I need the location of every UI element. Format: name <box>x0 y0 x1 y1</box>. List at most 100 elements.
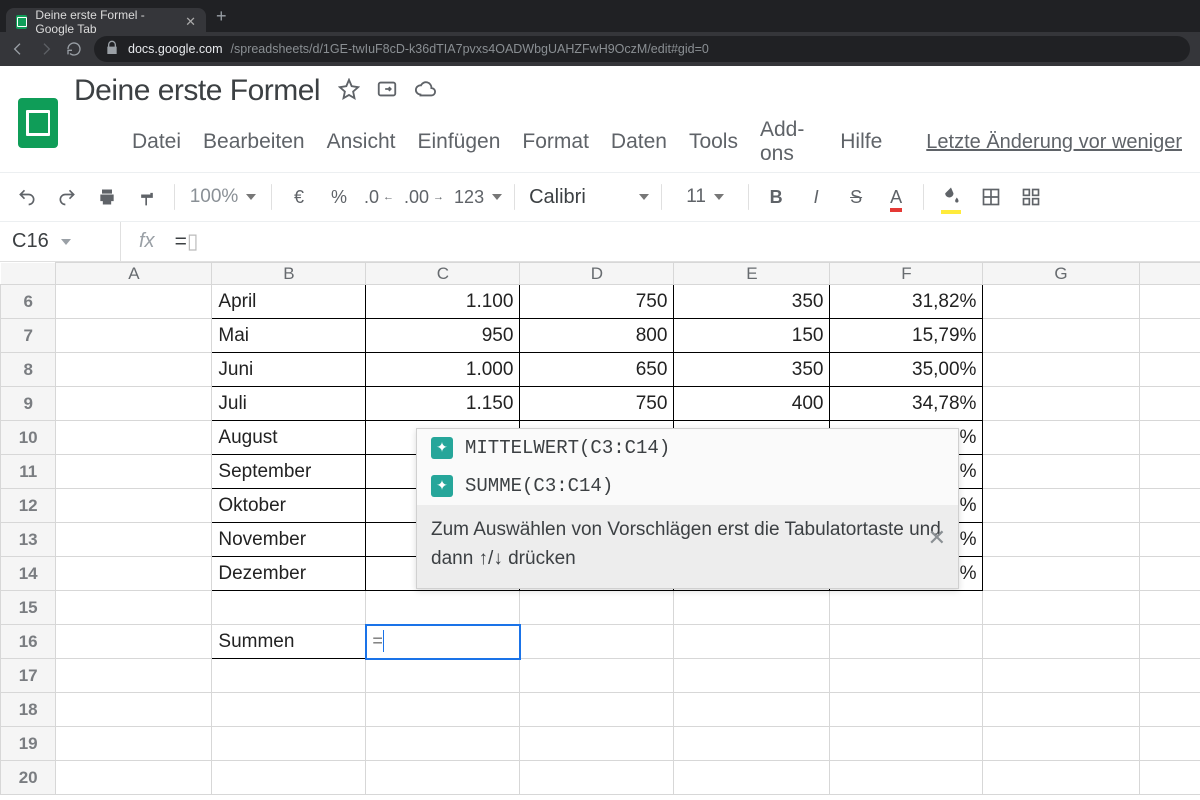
row-header[interactable]: 12 <box>1 489 56 523</box>
row-header[interactable]: 6 <box>1 285 56 319</box>
cell[interactable]: 350 <box>674 285 830 319</box>
row-header[interactable]: 20 <box>1 761 56 795</box>
cell[interactable] <box>1139 387 1200 421</box>
font-size-dropdown[interactable]: 11 <box>670 180 740 214</box>
row-header[interactable]: 11 <box>1 455 56 489</box>
row-header[interactable]: 13 <box>1 523 56 557</box>
cell[interactable]: Juli <box>212 387 366 421</box>
cell[interactable] <box>983 489 1139 523</box>
percent-button[interactable]: % <box>320 180 358 214</box>
cell[interactable] <box>983 319 1139 353</box>
menu-daten[interactable]: Daten <box>611 130 667 154</box>
more-formats-dropdown[interactable]: 123 <box>450 180 506 214</box>
cell[interactable] <box>56 319 212 353</box>
cell[interactable] <box>1139 421 1200 455</box>
cell[interactable]: Juni <box>212 353 366 387</box>
col-header[interactable]: C <box>366 263 520 285</box>
col-header[interactable]: G <box>983 263 1139 285</box>
cell[interactable] <box>674 761 830 795</box>
cell[interactable] <box>520 591 674 625</box>
decrease-decimal-button[interactable]: .0← <box>360 180 398 214</box>
last-edit-link[interactable]: Letzte Änderung vor weniger <box>926 131 1182 154</box>
url-field[interactable]: docs.google.com/spreadsheets/d/1GE-twIuF… <box>94 36 1190 62</box>
row-header[interactable]: 15 <box>1 591 56 625</box>
cell[interactable] <box>1139 727 1200 761</box>
cell[interactable]: Mai <box>212 319 366 353</box>
row-header[interactable]: 18 <box>1 693 56 727</box>
cell[interactable] <box>1139 489 1200 523</box>
cell[interactable] <box>56 761 212 795</box>
cell[interactable] <box>1139 761 1200 795</box>
menu-einfuegen[interactable]: Einfügen <box>417 130 500 154</box>
cell[interactable] <box>983 761 1139 795</box>
sheets-logo[interactable] <box>18 98 58 148</box>
cell[interactable] <box>56 387 212 421</box>
cell[interactable] <box>983 523 1139 557</box>
cell[interactable] <box>983 591 1139 625</box>
cell[interactable] <box>56 353 212 387</box>
cell[interactable] <box>212 727 366 761</box>
cell[interactable]: 350 <box>674 353 830 387</box>
redo-button[interactable] <box>48 180 86 214</box>
font-dropdown[interactable]: Calibri <box>523 180 653 214</box>
cell[interactable] <box>56 455 212 489</box>
cell[interactable]: 950 <box>366 319 520 353</box>
spreadsheet-grid[interactable]: A B C D E F G 6April1.10075035031,82%7Ma… <box>0 262 1200 795</box>
cell[interactable] <box>674 625 830 659</box>
cell[interactable]: 750 <box>520 387 674 421</box>
cell[interactable] <box>56 693 212 727</box>
cell[interactable] <box>56 591 212 625</box>
select-all-corner[interactable] <box>1 263 56 285</box>
row-header[interactable]: 19 <box>1 727 56 761</box>
cell[interactable] <box>1139 693 1200 727</box>
reload-icon[interactable] <box>66 41 82 57</box>
cell[interactable] <box>1139 625 1200 659</box>
cell[interactable]: Oktober <box>212 489 366 523</box>
forward-icon[interactable] <box>38 41 54 57</box>
menu-format[interactable]: Format <box>522 130 589 154</box>
cell[interactable]: 650 <box>520 353 674 387</box>
cell[interactable]: 1.150 <box>366 387 520 421</box>
menu-hilfe[interactable]: Hilfe <box>840 130 882 154</box>
print-button[interactable] <box>88 180 126 214</box>
cell[interactable] <box>1139 523 1200 557</box>
cell[interactable] <box>212 693 366 727</box>
name-box[interactable]: C16 <box>0 230 120 253</box>
cell[interactable] <box>520 659 674 693</box>
cell[interactable] <box>1139 557 1200 591</box>
menu-addons[interactable]: Add-ons <box>760 118 818 166</box>
cell[interactable] <box>983 455 1139 489</box>
cell[interactable] <box>674 693 830 727</box>
cell[interactable] <box>366 693 520 727</box>
formula-input[interactable]: =▯ <box>173 229 199 254</box>
cell[interactable]: 400 <box>674 387 830 421</box>
col-header[interactable]: E <box>674 263 830 285</box>
cell[interactable]: 1.000 <box>366 353 520 387</box>
col-header[interactable]: A <box>56 263 212 285</box>
cell[interactable]: 150 <box>674 319 830 353</box>
merge-button[interactable] <box>1012 180 1050 214</box>
col-header[interactable] <box>1139 263 1200 285</box>
cell[interactable] <box>983 727 1139 761</box>
increase-decimal-button[interactable]: .00→ <box>400 180 448 214</box>
cell[interactable] <box>830 625 983 659</box>
cell[interactable] <box>983 557 1139 591</box>
cell[interactable]: August <box>212 421 366 455</box>
cell[interactable] <box>830 659 983 693</box>
move-icon[interactable] <box>376 78 398 105</box>
cell[interactable] <box>983 421 1139 455</box>
cell[interactable] <box>1139 285 1200 319</box>
cell[interactable] <box>56 659 212 693</box>
cell[interactable] <box>830 727 983 761</box>
italic-button[interactable]: I <box>797 180 835 214</box>
cell[interactable] <box>674 659 830 693</box>
cell[interactable] <box>212 761 366 795</box>
cell[interactable] <box>674 727 830 761</box>
strike-button[interactable]: S <box>837 180 875 214</box>
cell[interactable] <box>366 761 520 795</box>
row-header[interactable]: 8 <box>1 353 56 387</box>
fill-color-button[interactable] <box>932 180 970 214</box>
cell[interactable] <box>1139 591 1200 625</box>
cell[interactable]: 31,82% <box>830 285 983 319</box>
cell[interactable]: 35,00% <box>830 353 983 387</box>
